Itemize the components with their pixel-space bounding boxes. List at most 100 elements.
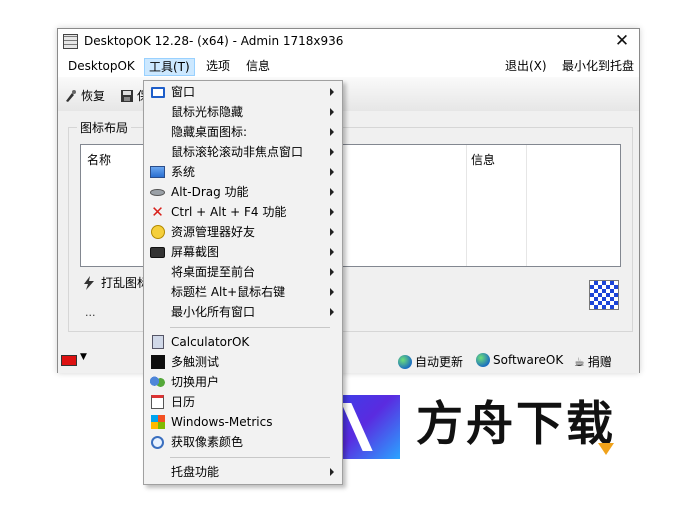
menu-item-label: 多触测试 [171,355,220,369]
menu-tools[interactable]: 工具(T) [144,58,195,76]
title-bar[interactable]: DesktopOK 12.28- (x64) - Admin 1718x936 … [58,29,639,55]
menu-exit[interactable]: 退出(X) [501,58,551,76]
softwareok-label: SoftwareOK [493,353,564,367]
coffee-icon: ☕ [574,354,585,369]
menu-item-label: 资源管理器好友 [171,225,256,239]
menu-item-minimize-all[interactable]: 最小化所有窗口 [146,302,340,322]
menu-item-hide-cursor[interactable]: 鼠标光标隐藏 [146,102,340,122]
menu-separator [170,457,330,458]
donate-link[interactable]: ☕ 捐赠 [574,353,612,370]
menu-item-label: 日历 [171,395,196,409]
menu-item-system[interactable]: 系统 [146,162,340,182]
scramble-icons-button[interactable]: 打乱图标 [81,274,149,291]
menu-item-hide-desktop-icons[interactable]: 隐藏桌面图标: [146,122,340,142]
close-button[interactable]: ✕ [611,31,633,51]
mouse-icon [150,185,165,199]
column-info[interactable]: 信息 [471,151,495,168]
system-icon [150,165,165,179]
smiley-icon [150,225,165,239]
menu-item-label: 鼠标光标隐藏 [171,105,244,119]
globe-icon [398,354,412,369]
menu-item-alt-drag[interactable]: Alt-Drag 功能 [146,182,340,202]
menu-item-explorer-friend[interactable]: 资源管理器好友 [146,222,340,242]
menu-item-pixel-color[interactable]: 获取像素颜色 [146,432,340,452]
menu-item-ctrl-alt-f4[interactable]: ✕ Ctrl + Alt + F4 功能 [146,202,340,222]
download-arrow-icon [598,443,614,455]
submenu-arrow-icon [330,148,334,156]
menu-item-label: 鼠标滚轮滚动非焦点窗口 [171,145,304,159]
menu-item-label: Ctrl + Alt + F4 功能 [171,205,287,219]
menu-item-calculatorok[interactable]: CalculatorOK [146,332,340,352]
menu-item-label: 系统 [171,165,196,179]
menu-item-label: 将桌面提至前台 [171,265,256,279]
menu-item-switch-user[interactable]: 切换用户 [146,372,340,392]
ellipsis-text: ... [85,306,96,319]
submenu-arrow-icon [330,248,334,256]
menu-item-windows-metrics[interactable]: Windows-Metrics [146,412,340,432]
submenu-arrow-icon [330,88,334,96]
submenu-arrow-icon [330,268,334,276]
menu-item-label: 标题栏 Alt+鼠标右键 [171,285,286,299]
menu-separator [170,327,330,328]
desktop-grid-icon[interactable] [589,280,619,310]
menu-item-screenshot[interactable]: 屏幕截图 [146,242,340,262]
icon-layout-title: 图标布局 [77,119,132,136]
auto-update-label: 自动更新 [415,355,464,369]
app-icon [63,34,78,49]
menu-info[interactable]: 信息 [242,58,274,76]
color-swatch[interactable] [61,355,77,366]
menu-item-label: Windows-Metrics [171,415,273,429]
restore-button[interactable]: 恢复 [64,87,105,104]
lightning-icon [84,275,94,290]
menu-item-label: 切换用户 [171,375,220,389]
submenu-arrow-icon [330,108,334,116]
menu-item-titlebar-alt-right-click[interactable]: 标题栏 Alt+鼠标右键 [146,282,340,302]
column-divider [466,145,467,266]
submenu-arrow-icon [330,188,334,196]
submenu-arrow-icon [330,468,334,476]
touch-test-icon [150,355,165,369]
menu-options[interactable]: 选项 [202,58,234,76]
auto-update-link[interactable]: 自动更新 [398,353,463,370]
camera-icon [150,245,165,259]
calculator-icon [150,335,165,349]
menu-item-scroll-unfocused[interactable]: 鼠标滚轮滚动非焦点窗口 [146,142,340,162]
watermark-logo-icon [336,395,400,459]
magnifier-icon [150,435,165,449]
menu-item-multitouch-test[interactable]: 多触测试 [146,352,340,372]
menu-desktopok[interactable]: DesktopOK [64,58,139,76]
softwareok-link[interactable]: SoftwareOK [476,353,563,367]
donate-label: 捐赠 [587,355,612,369]
watermark-text: 方舟下载 [416,397,616,452]
globe-icon [476,353,490,367]
menu-item-calendar[interactable]: 日历 [146,392,340,412]
window-icon [150,85,165,99]
windows-icon [150,415,165,429]
site-watermark: 方舟下载 [336,393,636,465]
scramble-icons-label: 打乱图标 [101,276,150,290]
submenu-arrow-icon [330,308,334,316]
save-icon [120,89,134,103]
red-x-icon: ✕ [151,203,164,221]
chevron-down-icon[interactable]: ▼ [80,352,87,362]
tools-menu-dropdown: 窗口 鼠标光标隐藏 隐藏桌面图标: 鼠标滚轮滚动非焦点窗口 系统 Alt-Dra… [143,80,343,485]
menu-item-window[interactable]: 窗口 [146,82,340,102]
calendar-icon [150,395,165,409]
restore-label: 恢复 [81,89,106,103]
menu-item-label: 屏幕截图 [171,245,220,259]
submenu-arrow-icon [330,168,334,176]
window-title: DesktopOK 12.28- (x64) - Admin 1718x936 [84,34,344,48]
submenu-arrow-icon [330,288,334,296]
submenu-arrow-icon [330,128,334,136]
menu-item-label: CalculatorOK [171,335,250,349]
menu-item-label: 获取像素颜色 [171,435,244,449]
column-name[interactable]: 名称 [87,151,111,168]
menu-item-label: 托盘功能 [171,465,220,479]
menu-item-tray-functions[interactable]: 托盘功能 [146,462,340,482]
users-icon [150,375,165,389]
menu-item-label: 隐藏桌面图标: [171,125,248,139]
menu-item-desktop-to-front[interactable]: 将桌面提至前台 [146,262,340,282]
menu-minimize-to-tray[interactable]: 最小化到托盘 [558,58,638,76]
menu-item-label: 窗口 [171,85,196,99]
submenu-arrow-icon [330,228,334,236]
